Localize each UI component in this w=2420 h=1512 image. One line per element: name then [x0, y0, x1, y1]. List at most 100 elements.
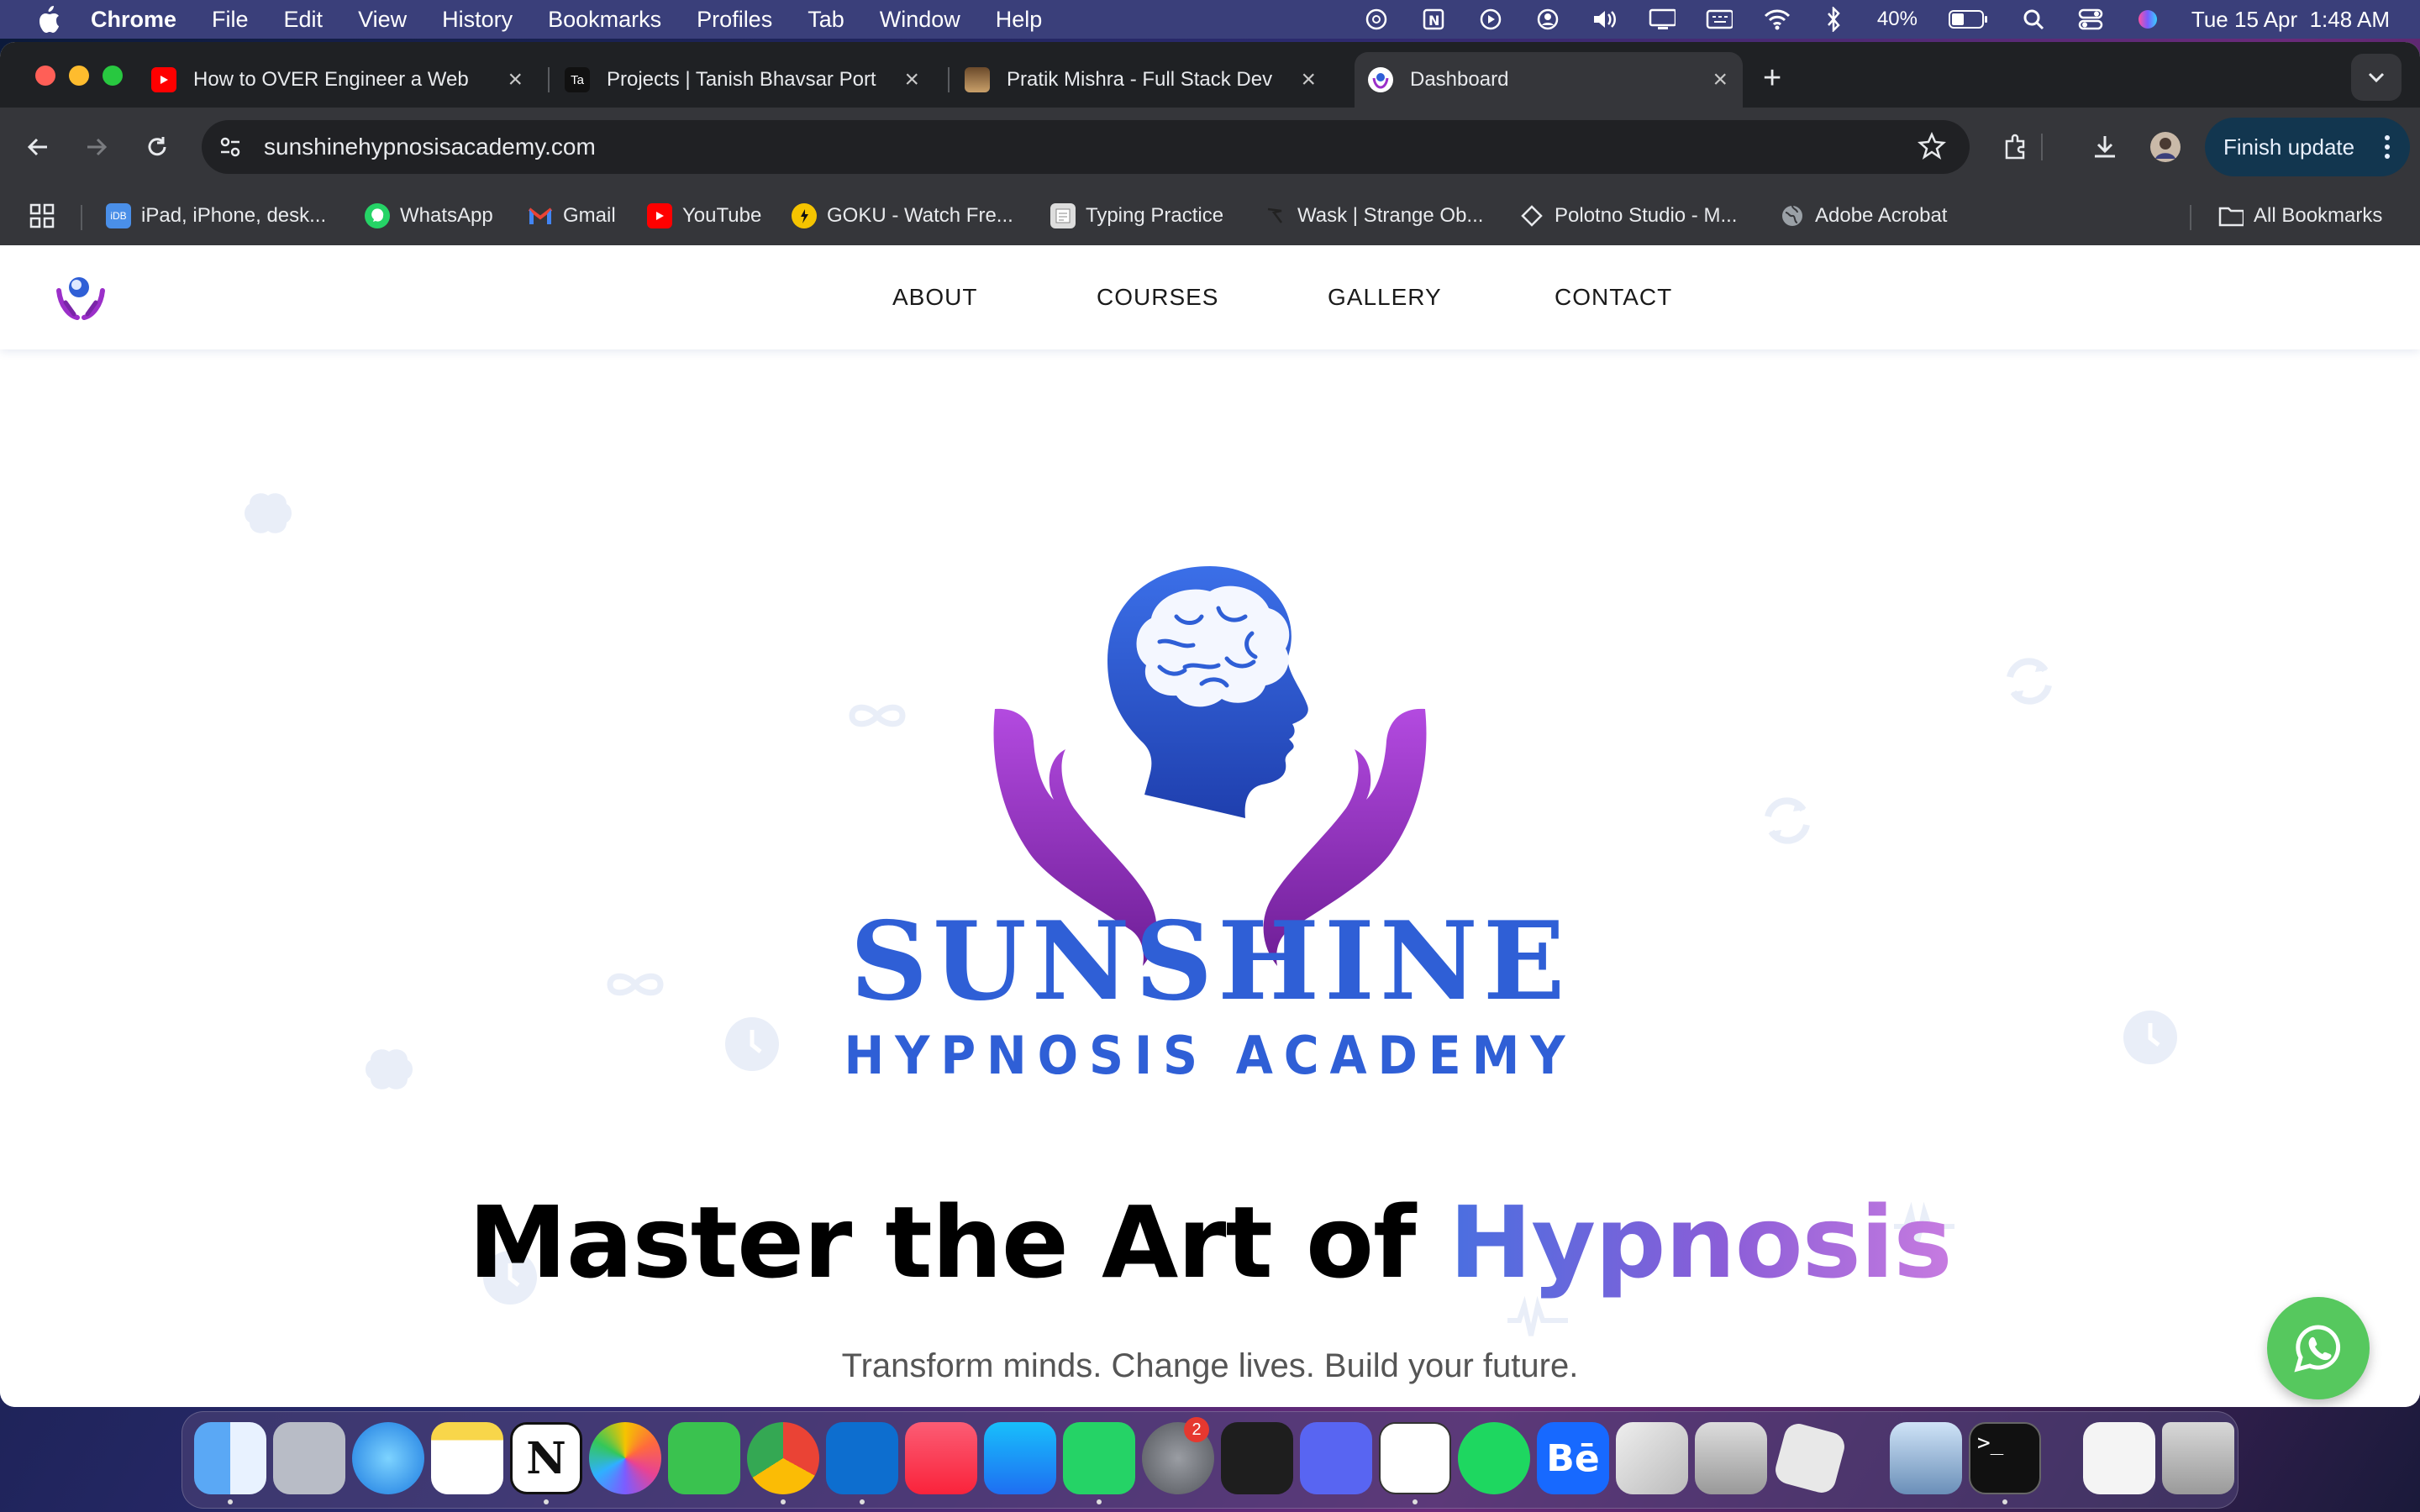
- notification-badge: 2: [1184, 1417, 1209, 1442]
- dock-vscode[interactable]: [826, 1422, 898, 1494]
- menu-file[interactable]: File: [212, 7, 249, 33]
- dock-app-store[interactable]: [984, 1422, 1056, 1494]
- display-icon[interactable]: [1649, 7, 1676, 32]
- close-window-button[interactable]: [35, 66, 55, 86]
- siri-icon[interactable]: [2134, 7, 2161, 32]
- tab-strip: How to OVER Engineer a Web × Ta Projects…: [0, 42, 2420, 108]
- bookmark-item[interactable]: Gmail: [528, 186, 616, 245]
- notion-status-icon[interactable]: N: [1420, 7, 1447, 32]
- tab-search-button[interactable]: [2351, 54, 2402, 101]
- dock-notes[interactable]: [431, 1422, 503, 1494]
- menu-help[interactable]: Help: [996, 7, 1043, 33]
- all-bookmarks-button[interactable]: All Bookmarks: [2218, 186, 2382, 245]
- dock-figma[interactable]: [1221, 1422, 1293, 1494]
- menu-clock[interactable]: Tue 15 Apr 1:48 AM: [2191, 7, 2390, 33]
- dock-music[interactable]: [905, 1422, 977, 1494]
- back-button[interactable]: [17, 126, 59, 168]
- new-tab-button[interactable]: +: [1763, 60, 1781, 97]
- finish-update-button[interactable]: Finish update: [2205, 118, 2410, 176]
- wifi-icon[interactable]: [1763, 7, 1790, 32]
- control-center-icon[interactable]: [2077, 7, 2104, 32]
- bookmark-item[interactable]: Polotno Studio - M...: [1519, 186, 1737, 245]
- close-tab-icon[interactable]: ×: [1712, 66, 1728, 94]
- apps-grid-icon[interactable]: [29, 186, 55, 245]
- dock-behance[interactable]: Bē: [1537, 1422, 1609, 1494]
- site-logo-icon: [1368, 67, 1393, 92]
- menu-bookmarks[interactable]: Bookmarks: [548, 7, 661, 33]
- bookmark-item[interactable]: GOKU - Watch Fre...: [792, 186, 1013, 245]
- dock-terminal[interactable]: >_: [1969, 1422, 2041, 1494]
- dock-spotify[interactable]: [1458, 1422, 1530, 1494]
- user-status-icon[interactable]: [1534, 7, 1561, 32]
- menu-history[interactable]: History: [442, 7, 513, 33]
- dock-trash[interactable]: [2162, 1422, 2234, 1494]
- menu-window[interactable]: Window: [880, 7, 960, 33]
- site-settings-icon[interactable]: [215, 132, 245, 162]
- dock-affinity[interactable]: [1616, 1422, 1688, 1494]
- menu-view[interactable]: View: [358, 7, 407, 33]
- menu-tab[interactable]: Tab: [808, 7, 844, 33]
- whatsapp-chat-button[interactable]: [2267, 1297, 2370, 1399]
- tab-tanish-portfolio[interactable]: Ta Projects | Tanish Bhavsar Port ×: [565, 52, 934, 108]
- bookmark-item[interactable]: iDB iPad, iPhone, desk...: [106, 186, 326, 245]
- profile-avatar[interactable]: [2144, 126, 2186, 168]
- menu-edit[interactable]: Edit: [284, 7, 324, 33]
- reload-button[interactable]: [136, 126, 178, 168]
- bookmark-item[interactable]: Adobe Acrobat: [1780, 186, 1947, 245]
- tab-divider: [548, 67, 550, 92]
- web-page: ABOUT COURSES GALLERY CONTACT SUNSHINE H…: [0, 245, 2420, 1407]
- dock-roblox[interactable]: [1772, 1420, 1848, 1496]
- zoom-window-button[interactable]: [103, 66, 123, 86]
- downloads-icon[interactable]: [2084, 126, 2126, 168]
- keyboard-layout-icon[interactable]: [1706, 7, 1733, 32]
- more-options-icon[interactable]: [2383, 133, 2391, 167]
- dock-notion[interactable]: N: [510, 1422, 582, 1494]
- chatgpt-status-icon[interactable]: [1363, 7, 1390, 32]
- dock-launchpad[interactable]: [273, 1422, 345, 1494]
- dock-safari[interactable]: [352, 1422, 424, 1494]
- nav-gallery[interactable]: GALLERY: [1328, 245, 1442, 349]
- youtube-icon: [647, 203, 672, 228]
- finish-update-label: Finish update: [2223, 134, 2355, 160]
- battery-icon[interactable]: [1948, 7, 1990, 32]
- tab-youtube-video[interactable]: How to OVER Engineer a Web ×: [151, 52, 538, 108]
- tab-pratik-mishra[interactable]: Pratik Mishra - Full Stack Dev ×: [965, 52, 1331, 108]
- close-tab-icon[interactable]: ×: [904, 66, 919, 94]
- dock-simulator[interactable]: [1695, 1422, 1767, 1494]
- dock-discord[interactable]: [1300, 1422, 1372, 1494]
- bluetooth-icon[interactable]: [1820, 7, 1847, 32]
- dock-photos[interactable]: [589, 1422, 661, 1494]
- extensions-icon[interactable]: [1995, 126, 2037, 168]
- bookmark-label: Polotno Studio - M...: [1555, 204, 1738, 227]
- bookmark-item[interactable]: Wask | Strange Ob...: [1262, 186, 1483, 245]
- spotlight-search-icon[interactable]: [2020, 7, 2047, 32]
- dock-chatgpt[interactable]: [1379, 1422, 1451, 1494]
- play-status-icon[interactable]: [1477, 7, 1504, 32]
- site-logo[interactable]: [54, 269, 108, 323]
- apple-menu-icon[interactable]: [32, 3, 66, 36]
- nav-courses[interactable]: COURSES: [1097, 245, 1218, 349]
- menu-app-name[interactable]: Chrome: [91, 7, 176, 33]
- dock-documents[interactable]: [2083, 1422, 2155, 1494]
- volume-icon[interactable]: [1591, 7, 1618, 32]
- bookmark-item[interactable]: WhatsApp: [365, 186, 493, 245]
- nav-contact[interactable]: CONTACT: [1555, 245, 1672, 349]
- close-tab-icon[interactable]: ×: [1301, 66, 1316, 94]
- menu-profiles[interactable]: Profiles: [697, 7, 772, 33]
- bookmark-item[interactable]: YouTube: [647, 186, 761, 245]
- nav-about[interactable]: ABOUT: [892, 245, 977, 349]
- forward-button[interactable]: [76, 126, 118, 168]
- minimize-window-button[interactable]: [69, 66, 89, 86]
- dock-facetime[interactable]: [668, 1422, 740, 1494]
- bookmark-star-icon[interactable]: [1918, 131, 1946, 165]
- tab-dashboard[interactable]: Dashboard ×: [1355, 52, 1743, 108]
- dock-whatsapp[interactable]: [1063, 1422, 1135, 1494]
- dock-chrome[interactable]: [747, 1422, 819, 1494]
- url-text[interactable]: sunshinehypnosisacademy.com: [264, 120, 596, 174]
- address-bar[interactable]: sunshinehypnosisacademy.com: [202, 120, 1970, 174]
- close-tab-icon[interactable]: ×: [508, 66, 523, 94]
- headline-text: Master the Art of: [468, 1184, 1449, 1300]
- bookmark-item[interactable]: Typing Practice: [1050, 186, 1223, 245]
- dock-finder[interactable]: [194, 1422, 266, 1494]
- dock-preview[interactable]: [1890, 1422, 1962, 1494]
